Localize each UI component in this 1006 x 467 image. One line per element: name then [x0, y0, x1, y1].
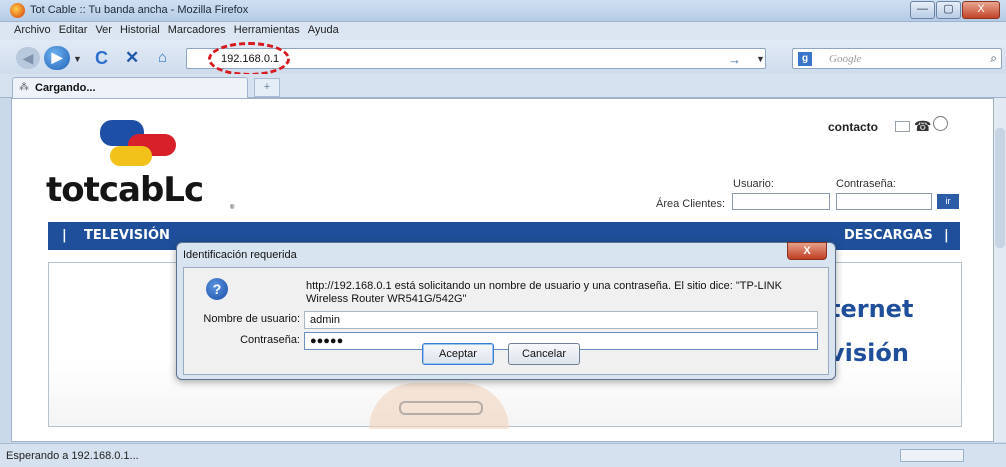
- firefox-icon: [10, 3, 25, 18]
- banner-text-television: visión: [829, 339, 909, 367]
- menu-ayuda[interactable]: Ayuda: [308, 24, 339, 36]
- dialog-message: http://192.168.0.1 está solicitando un n…: [306, 280, 782, 305]
- maximize-button[interactable]: ▢: [936, 1, 961, 19]
- tab-loading[interactable]: ⁂ Cargando...: [12, 77, 248, 98]
- loading-spinner-icon: ⁂: [19, 82, 29, 93]
- forward-button[interactable]: ▶: [44, 46, 70, 70]
- clock-icon[interactable]: [933, 116, 948, 131]
- contact-link[interactable]: contacto: [828, 120, 878, 134]
- menu-archivo[interactable]: Archivo: [14, 24, 51, 36]
- auth-dialog: Identificación requerida X ? http://192.…: [176, 242, 836, 380]
- go-arrow-icon[interactable]: →: [728, 52, 741, 67]
- scrollbar-thumb[interactable]: [995, 128, 1005, 248]
- password-label: Contraseña:: [240, 334, 300, 346]
- dialog-close-button[interactable]: X: [787, 242, 827, 260]
- contrasena-input[interactable]: [836, 193, 932, 210]
- registered-mark: ®: [230, 205, 235, 211]
- dialog-title: Identificación requerida: [183, 249, 297, 261]
- banner-text-internet: ternet: [829, 295, 914, 323]
- stop-icon[interactable]: ✕: [125, 48, 139, 68]
- cancel-button[interactable]: Cancelar: [508, 343, 580, 365]
- menu-historial[interactable]: Historial: [120, 24, 160, 36]
- menu-marcadores[interactable]: Marcadores: [168, 24, 226, 36]
- tab-bar: ⁂ Cargando... +: [0, 74, 1006, 98]
- accept-button[interactable]: Aceptar: [422, 343, 494, 365]
- firefox-window: Tot Cable :: Tu banda ancha - Mozilla Fi…: [0, 0, 1006, 467]
- status-text: Esperando a 192.168.0.1...: [6, 450, 139, 462]
- site-nav-divider-right: |: [944, 228, 949, 243]
- window-title: Tot Cable :: Tu banda ancha - Mozilla Fi…: [30, 4, 249, 16]
- minimize-button[interactable]: —: [910, 1, 935, 19]
- username-label: Nombre de usuario:: [203, 313, 300, 325]
- reload-icon[interactable]: C: [95, 48, 108, 69]
- banner-glasses-image: [399, 401, 483, 415]
- new-tab-button[interactable]: +: [254, 78, 280, 97]
- totcable-logo: totcabLc: [46, 170, 204, 210]
- back-button[interactable]: ◀: [16, 47, 40, 69]
- phone-icon[interactable]: ☎: [914, 118, 931, 135]
- search-placeholder[interactable]: Google: [829, 53, 861, 65]
- tab-label: Cargando...: [35, 82, 96, 94]
- ir-button[interactable]: ir: [937, 194, 959, 209]
- dialog-body: ? http://192.168.0.1 está solicitando un…: [183, 267, 829, 375]
- site-nav-divider-left: |: [62, 228, 67, 243]
- google-engine-icon[interactable]: g: [798, 52, 812, 66]
- logo-balloon-yellow: [110, 146, 152, 166]
- loading-progress-bar: [900, 449, 964, 462]
- close-button[interactable]: X: [962, 1, 1000, 19]
- usuario-label: Usuario:: [733, 178, 774, 190]
- question-icon: ?: [206, 278, 228, 300]
- home-icon[interactable]: ⌂: [158, 49, 176, 66]
- menu-ver[interactable]: Ver: [95, 24, 112, 36]
- menu-herramientas[interactable]: Herramientas: [234, 24, 300, 36]
- title-bar: Tot Cable :: Tu banda ancha - Mozilla Fi…: [0, 0, 1006, 22]
- nav-television[interactable]: TELEVISIÓN: [84, 228, 170, 243]
- usuario-input[interactable]: [732, 193, 830, 210]
- navigation-toolbar: ◀ ▶ ▼ C ✕ ⌂ 192.168.0.1 → ▼ g Google ⌕: [0, 40, 1006, 74]
- contrasena-label: Contraseña:: [836, 178, 896, 190]
- status-bar: Esperando a 192.168.0.1...: [0, 443, 1006, 467]
- area-clientes-label: Área Clientes:: [656, 198, 726, 210]
- menu-bar: Archivo Editar Ver Historial Marcadores …: [0, 22, 1006, 40]
- vertical-scrollbar[interactable]: [994, 98, 1006, 442]
- search-bar[interactable]: g Google ⌕: [792, 48, 1002, 69]
- mail-icon[interactable]: [895, 121, 910, 132]
- annotation-red-circle: [208, 42, 290, 76]
- nav-descargas[interactable]: DESCARGAS: [844, 228, 933, 243]
- menu-editar[interactable]: Editar: [59, 24, 88, 36]
- url-dropdown-icon[interactable]: ▼: [756, 54, 765, 64]
- search-icon[interactable]: ⌕: [990, 51, 997, 66]
- history-dropdown-icon[interactable]: ▼: [73, 54, 82, 64]
- username-input[interactable]: admin: [304, 311, 818, 329]
